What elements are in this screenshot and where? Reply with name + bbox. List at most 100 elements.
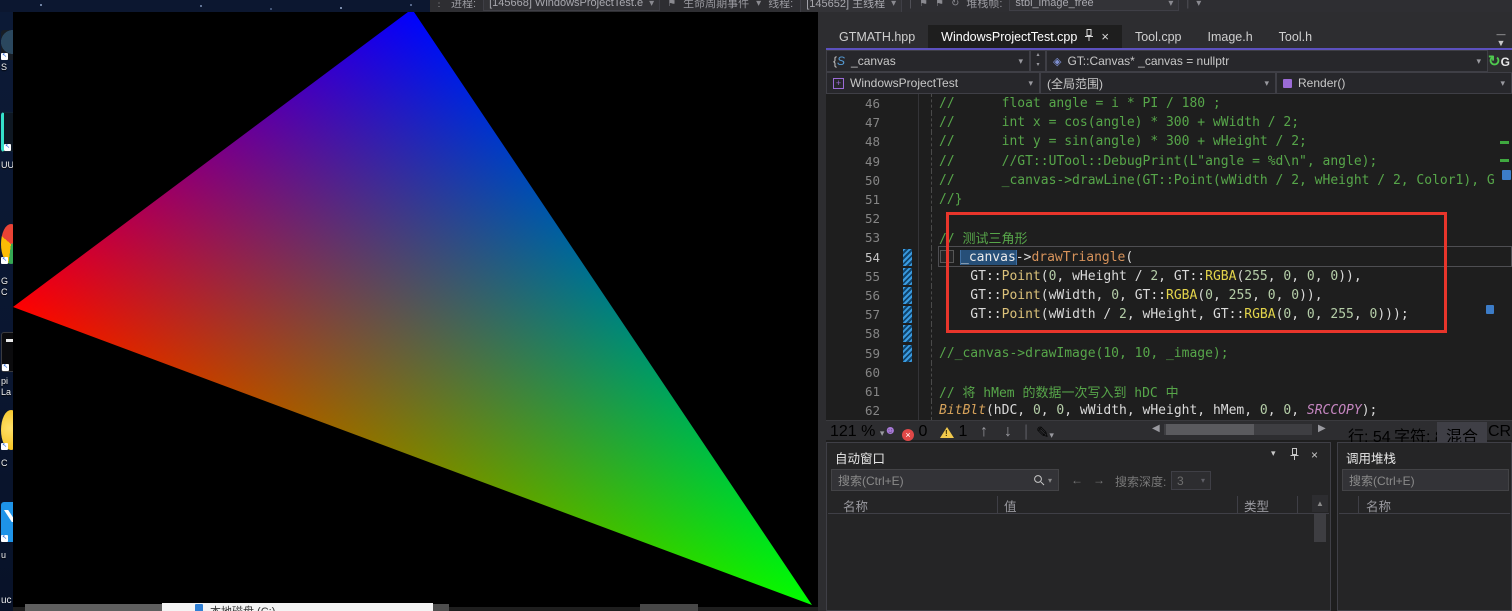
scroll-left-icon[interactable]: ◀: [1152, 423, 1160, 434]
code-text: // 将 hMem 的数据一次写入到 hDC 中: [939, 382, 1512, 401]
desktop-icon-strip: ↖S↖UU↖G C↖pi La↖C↖u: [0, 12, 13, 611]
zoom-dropdown[interactable]: 121 % ▾: [830, 423, 884, 441]
tab-list-button[interactable]: — ▼: [1492, 30, 1510, 48]
debug-toolbar: ⋮ 进程: [145668] WindowsProjectTest.e▾ ⚑ 生…: [430, 0, 1512, 12]
tab-tool-cpp[interactable]: Tool.cpp: [1122, 25, 1195, 48]
eol-indicator[interactable]: CRL: [1488, 423, 1512, 441]
code-line-51[interactable]: 51 //}: [826, 190, 1512, 209]
rgb-triangle: [13, 12, 818, 607]
project-icon: +: [833, 78, 844, 89]
line-number: 51: [826, 192, 892, 207]
flag-icon[interactable]: ⚑: [919, 0, 928, 9]
code-line-60[interactable]: 60: [826, 363, 1512, 382]
refresh-icon[interactable]: ↻: [951, 0, 959, 9]
change-tracking-bar: [903, 287, 912, 304]
code-token: // int x = cos(angle) * 300 + wWidth / 2…: [939, 115, 1299, 130]
stepper-up-icon[interactable]: ▴: [1031, 51, 1045, 61]
tab-label: WindowsProjectTest.cpp: [941, 30, 1077, 44]
column-type[interactable]: 类型: [1244, 496, 1269, 515]
chevron-down-icon[interactable]: ▾: [756, 0, 761, 9]
code-line-49[interactable]: 49// //GT::UTool::DebugPrint(L"angle = %…: [826, 152, 1512, 171]
search-input[interactable]: 搜索(Ctrl+E) ▾: [831, 469, 1059, 491]
desktop-icon-yellow[interactable]: ↖: [1, 410, 13, 450]
code-line-46[interactable]: 46// float angle = i * PI / 180 ;: [826, 94, 1512, 113]
search-back-icon[interactable]: ←: [1071, 473, 1083, 487]
desktop-icon-blue[interactable]: ↖: [1, 502, 13, 542]
process-combobox[interactable]: [145668] WindowsProjectTest.e▾: [483, 0, 660, 11]
declaration-dropdown[interactable]: ◈ GT::Canvas* _canvas = nullptr ▾: [1046, 50, 1488, 72]
desktop-icon-label: S: [1, 62, 13, 73]
close-icon[interactable]: ×: [1101, 30, 1109, 43]
member-dropdown[interactable]: {S _canvas ▾: [826, 50, 1030, 72]
window-menu-icon[interactable]: ▾: [1271, 448, 1276, 459]
navigate-up-icon[interactable]: ↑: [980, 423, 988, 441]
search-depth-dropdown[interactable]: 3 ▾: [1171, 471, 1211, 490]
method-dropdown[interactable]: Render() ▾: [1276, 72, 1512, 94]
code-cleanup-icon[interactable]: ✎▾: [1036, 423, 1054, 443]
tab-windowsprojecttest-cpp[interactable]: WindowsProjectTest.cpp ×: [928, 25, 1122, 48]
column-name[interactable]: 名称: [843, 496, 868, 515]
column-separator[interactable]: [997, 496, 998, 513]
change-mark: [1500, 141, 1509, 144]
thread-label: 线程:: [768, 0, 793, 11]
scrollbar-thumb[interactable]: [1166, 424, 1254, 435]
feedback-icon[interactable]: ☻: [884, 423, 897, 437]
declaration-value: GT::Canvas* _canvas = nullptr: [1067, 54, 1229, 68]
desktop-icon-uu[interactable]: ↖: [1, 112, 13, 152]
project-dropdown[interactable]: + WindowsProjectTest ▾: [826, 72, 1040, 94]
column-name[interactable]: 名称: [1366, 496, 1391, 515]
desktop-icon-steam[interactable]: ↖: [1, 30, 13, 60]
lifecycle-icon[interactable]: ⚑: [667, 0, 676, 9]
pin-icon[interactable]: [1290, 448, 1299, 463]
indent-guide: [918, 401, 939, 420]
code-line-48[interactable]: 48// int y = sin(angle) * 300 + wHeight …: [826, 132, 1512, 151]
scrollbar-thumb[interactable]: [1314, 514, 1326, 542]
warning-icon: !: [940, 427, 954, 438]
stepper-down-icon[interactable]: ▾: [1031, 61, 1045, 71]
thread-combobox[interactable]: [145652] 主线程▾: [800, 0, 902, 12]
column-separator[interactable]: [1358, 496, 1359, 513]
code-line-59[interactable]: 59//_canvas->drawImage(10, 10, _image);: [826, 343, 1512, 362]
column-value[interactable]: 值: [1004, 496, 1017, 515]
scroll-right-icon[interactable]: ▶: [1318, 423, 1326, 434]
search-input[interactable]: 搜索(Ctrl+E): [1342, 469, 1509, 491]
code-line-62[interactable]: 62BitBlt(hDC, 0, 0, wWidth, wHeight, hMe…: [826, 401, 1512, 420]
tab-tool-h[interactable]: Tool.h: [1266, 25, 1325, 48]
autos-column-header: 名称 值 类型: [828, 494, 1329, 514]
search-icon[interactable]: ▾: [1033, 474, 1052, 486]
column-separator[interactable]: [1297, 496, 1298, 513]
close-icon[interactable]: ×: [1311, 448, 1318, 462]
pin-icon[interactable]: [1084, 29, 1094, 44]
chevron-down-icon: ▾: [891, 0, 896, 9]
stack-frame-combobox[interactable]: stbi_image_free▾: [1009, 0, 1179, 11]
pencil-icon: ✎: [1036, 425, 1049, 442]
code-text: // int x = cos(angle) * 300 + wWidth / 2…: [939, 115, 1512, 130]
code-token: //}: [939, 192, 962, 207]
tab-label: Tool.cpp: [1135, 30, 1182, 44]
error-count[interactable]: × 0: [902, 423, 927, 441]
explorer-window-sliver[interactable]: 本地磁盘 (C:): [162, 603, 433, 611]
tab-gtmath-hpp[interactable]: GTMATH.hpp: [826, 25, 928, 48]
scope-dropdown[interactable]: (全局范围) ▾: [1040, 72, 1276, 94]
scroll-up-button[interactable]: ▲: [1312, 495, 1328, 512]
column-separator[interactable]: [1237, 496, 1238, 513]
navigate-down-icon[interactable]: ↓: [1004, 423, 1012, 441]
horizontal-scrollbar[interactable]: [1164, 424, 1312, 435]
code-line-47[interactable]: 47// int x = cos(angle) * 300 + wWidth /…: [826, 113, 1512, 132]
warning-count[interactable]: ! 1: [940, 423, 967, 441]
sync-button[interactable]: ↻G: [1488, 52, 1512, 70]
toolbar-overflow-icon[interactable]: ▾: [1196, 0, 1201, 9]
code-token: // float angle = i * PI / 180 ;: [939, 96, 1221, 111]
desktop-icon-chrome[interactable]: ↖: [1, 224, 13, 264]
search-forward-icon[interactable]: →: [1093, 473, 1105, 487]
lifecycle-label[interactable]: 生命周期事件: [683, 0, 749, 11]
chevron-down-icon: ▾: [1264, 78, 1269, 89]
code-line-61[interactable]: 61// 将 hMem 的数据一次写入到 hDC 中: [826, 382, 1512, 401]
code-line-50[interactable]: 50// _canvas->drawLine(GT::Point(wWidth …: [826, 171, 1512, 190]
code-token: // 将 hMem 的数据一次写入到 hDC 中: [939, 386, 1179, 401]
flag-icon[interactable]: ⚑: [935, 0, 944, 9]
member-stepper[interactable]: ▴ ▾: [1030, 50, 1046, 72]
tab-image-h[interactable]: Image.h: [1195, 25, 1266, 48]
desktop-icon-black[interactable]: ↖: [1, 332, 13, 372]
indent-guide: [918, 324, 939, 343]
